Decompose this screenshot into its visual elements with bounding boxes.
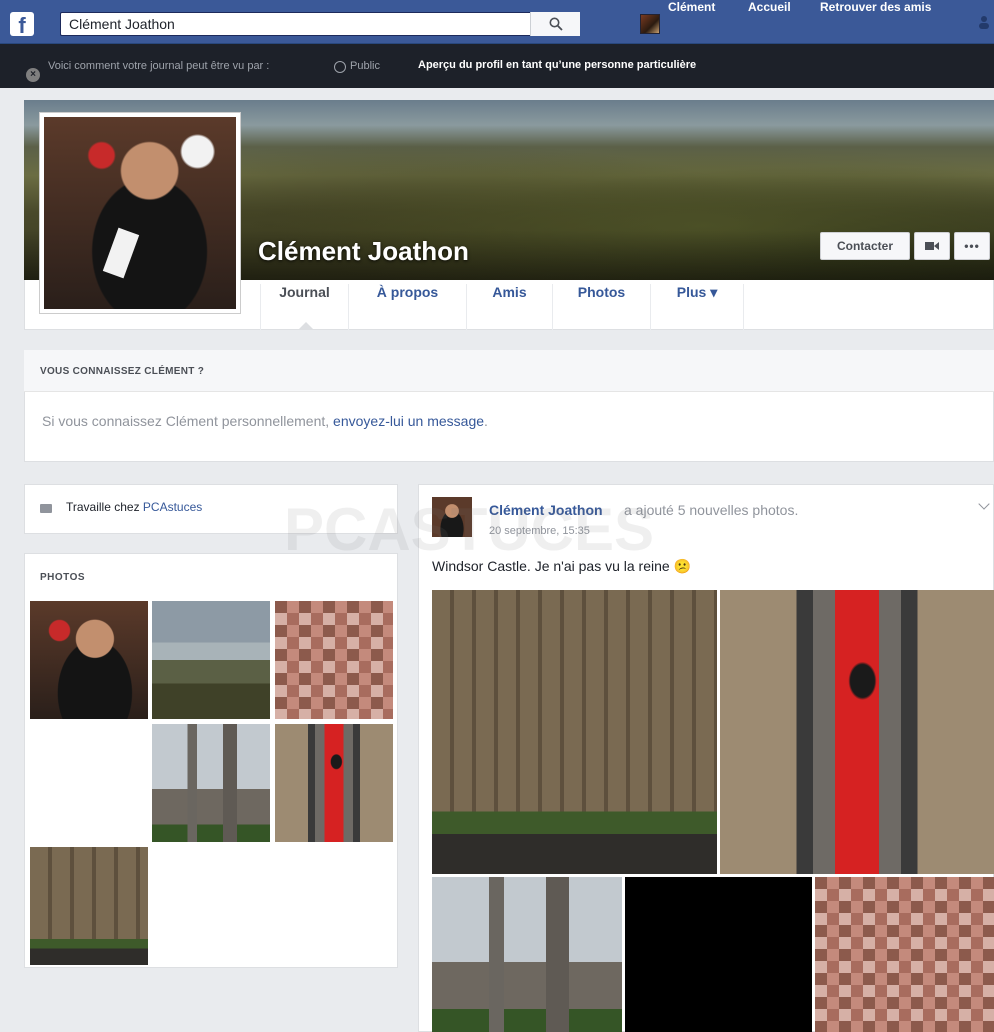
privacy-label: Voici comment votre journal peut être vu… (48, 60, 270, 72)
photo-thumb-4[interactable] (30, 724, 148, 842)
know-person-title: VOUS CONNAISSEZ CLÉMENT ? (40, 366, 205, 377)
work-company-link[interactable]: PCAstuces (143, 500, 202, 514)
profile-picture[interactable] (44, 117, 236, 309)
post-timestamp[interactable]: 20 septembre, 15:35 (489, 525, 590, 537)
post-photo-pixelated[interactable] (815, 877, 994, 1032)
know-person-prefix: Si vous connaissez Clément personnelleme… (42, 413, 334, 429)
work-info: Travaille chez PCAstuces (66, 500, 202, 514)
post-author-avatar[interactable] (432, 497, 472, 537)
post-photo-black[interactable] (625, 877, 812, 1032)
tab-photos[interactable]: Photos (552, 284, 650, 330)
nav-user-link[interactable]: Clément (668, 0, 715, 44)
search-icon (549, 17, 563, 31)
photo-thumb-3[interactable] (275, 601, 393, 719)
post-photo-chapel[interactable] (432, 590, 717, 874)
photo-thumb-1[interactable] (30, 601, 148, 719)
photo-thumb-7[interactable] (30, 847, 148, 965)
nav-home-link[interactable]: Accueil (748, 0, 791, 44)
contact-button[interactable]: Contacter (820, 232, 910, 260)
search-input[interactable] (60, 12, 580, 36)
close-icon[interactable]: × (26, 68, 40, 82)
video-camera-icon (925, 242, 939, 250)
post-action-text: a ajouté 5 nouvelles photos. (624, 502, 799, 518)
user-avatar-thumb[interactable] (640, 14, 660, 34)
work-prefix: Travaille chez (66, 500, 143, 514)
nav-find-friends-link[interactable]: Retrouver des amis (820, 0, 931, 44)
tab-friends[interactable]: Amis (466, 284, 552, 330)
video-call-button[interactable] (914, 232, 950, 260)
photos-title[interactable]: PHOTOS (40, 572, 85, 583)
know-person-suffix: . (484, 413, 488, 429)
briefcase-icon (40, 504, 52, 513)
photo-thumb-2[interactable] (152, 601, 270, 719)
active-tab-indicator (298, 322, 314, 330)
tab-more[interactable]: Plus ▾ (650, 284, 744, 330)
send-message-link[interactable]: envoyez-lui un message (333, 413, 484, 429)
profile-name[interactable]: Clément Joathon (258, 236, 469, 267)
preview-as-person-link[interactable]: Aperçu du profil en tant qu’une personne… (418, 59, 696, 71)
more-options-button[interactable]: ••• (954, 232, 990, 260)
post-photo-guard[interactable] (720, 590, 994, 874)
privacy-audience[interactable]: Public (350, 60, 380, 72)
know-person-message: Si vous connaissez Clément personnelleme… (42, 413, 488, 429)
post-photo-castle[interactable] (432, 877, 622, 1032)
ellipsis-icon: ••• (964, 239, 980, 253)
search-button[interactable] (530, 12, 580, 36)
photo-thumb-5[interactable] (152, 724, 270, 842)
post-author-name[interactable]: Clément Joathon (489, 502, 603, 518)
globe-icon (334, 61, 346, 73)
photo-thumb-6[interactable] (275, 724, 393, 842)
tab-about[interactable]: À propos (348, 284, 466, 330)
facebook-logo-icon[interactable]: f (10, 12, 34, 36)
post-text: Windsor Castle. Je n'ai pas vu la reine … (432, 558, 691, 574)
friends-icon[interactable] (978, 14, 994, 30)
